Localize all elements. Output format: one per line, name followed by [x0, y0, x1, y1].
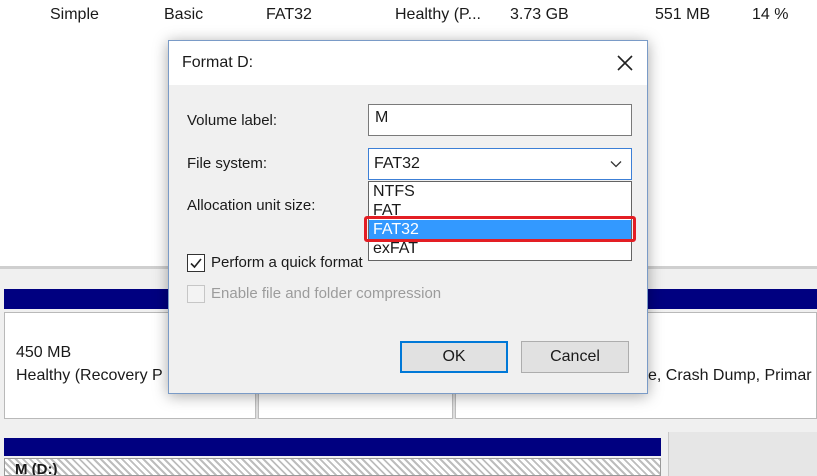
partition-status: Healthy (Recovery P: [16, 367, 163, 384]
close-button[interactable]: [607, 45, 643, 81]
file-system-select[interactable]: FAT32: [368, 148, 632, 180]
checkmark-icon: [190, 258, 202, 269]
cancel-button[interactable]: Cancel: [521, 341, 629, 373]
partition-size: 450 MB: [16, 344, 72, 361]
fat32-highlight-box: [364, 216, 636, 242]
volume-list-row[interactable]: Simple Basic FAT32 Healthy (P... 3.73 GB…: [0, 0, 817, 36]
compression-checkbox[interactable]: [187, 285, 205, 303]
ok-button[interactable]: OK: [400, 341, 508, 373]
chevron-down-icon: [610, 161, 622, 168]
volume-percent-free: 14 %: [752, 6, 789, 23]
option-ntfs[interactable]: NTFS: [369, 182, 631, 201]
unallocated-area: [668, 432, 817, 476]
volume-free-space: 551 MB: [655, 6, 711, 23]
selected-volume-block[interactable]: M (D:): [4, 458, 661, 476]
selected-volume-label: M (D:): [15, 461, 58, 476]
quick-format-checkbox[interactable]: [187, 254, 205, 272]
format-dialog: Format D: Volume label: M File system: F…: [168, 40, 648, 394]
volume-label-label: Volume label:: [187, 112, 278, 129]
dialog-title: Format D:: [182, 54, 254, 71]
quick-format-label: Perform a quick format: [211, 254, 363, 271]
disk-bar-2: [4, 438, 661, 456]
dialog-titlebar[interactable]: Format D:: [169, 41, 647, 85]
file-system-label: File system:: [187, 155, 268, 172]
volume-status: Healthy (P...: [395, 6, 481, 23]
compression-label: Enable file and folder compression: [211, 285, 442, 302]
partition-status-right: e, Crash Dump, Primar: [648, 367, 812, 384]
volume-label-input[interactable]: M: [368, 104, 632, 136]
close-icon: [617, 55, 633, 71]
file-system-selected: FAT32: [374, 155, 420, 172]
volume-type: Basic: [164, 6, 204, 23]
allocation-unit-label: Allocation unit size:: [187, 197, 316, 214]
volume-file-system: FAT32: [266, 6, 312, 23]
volume-layout: Simple: [50, 6, 99, 23]
volume-capacity: 3.73 GB: [510, 6, 569, 23]
